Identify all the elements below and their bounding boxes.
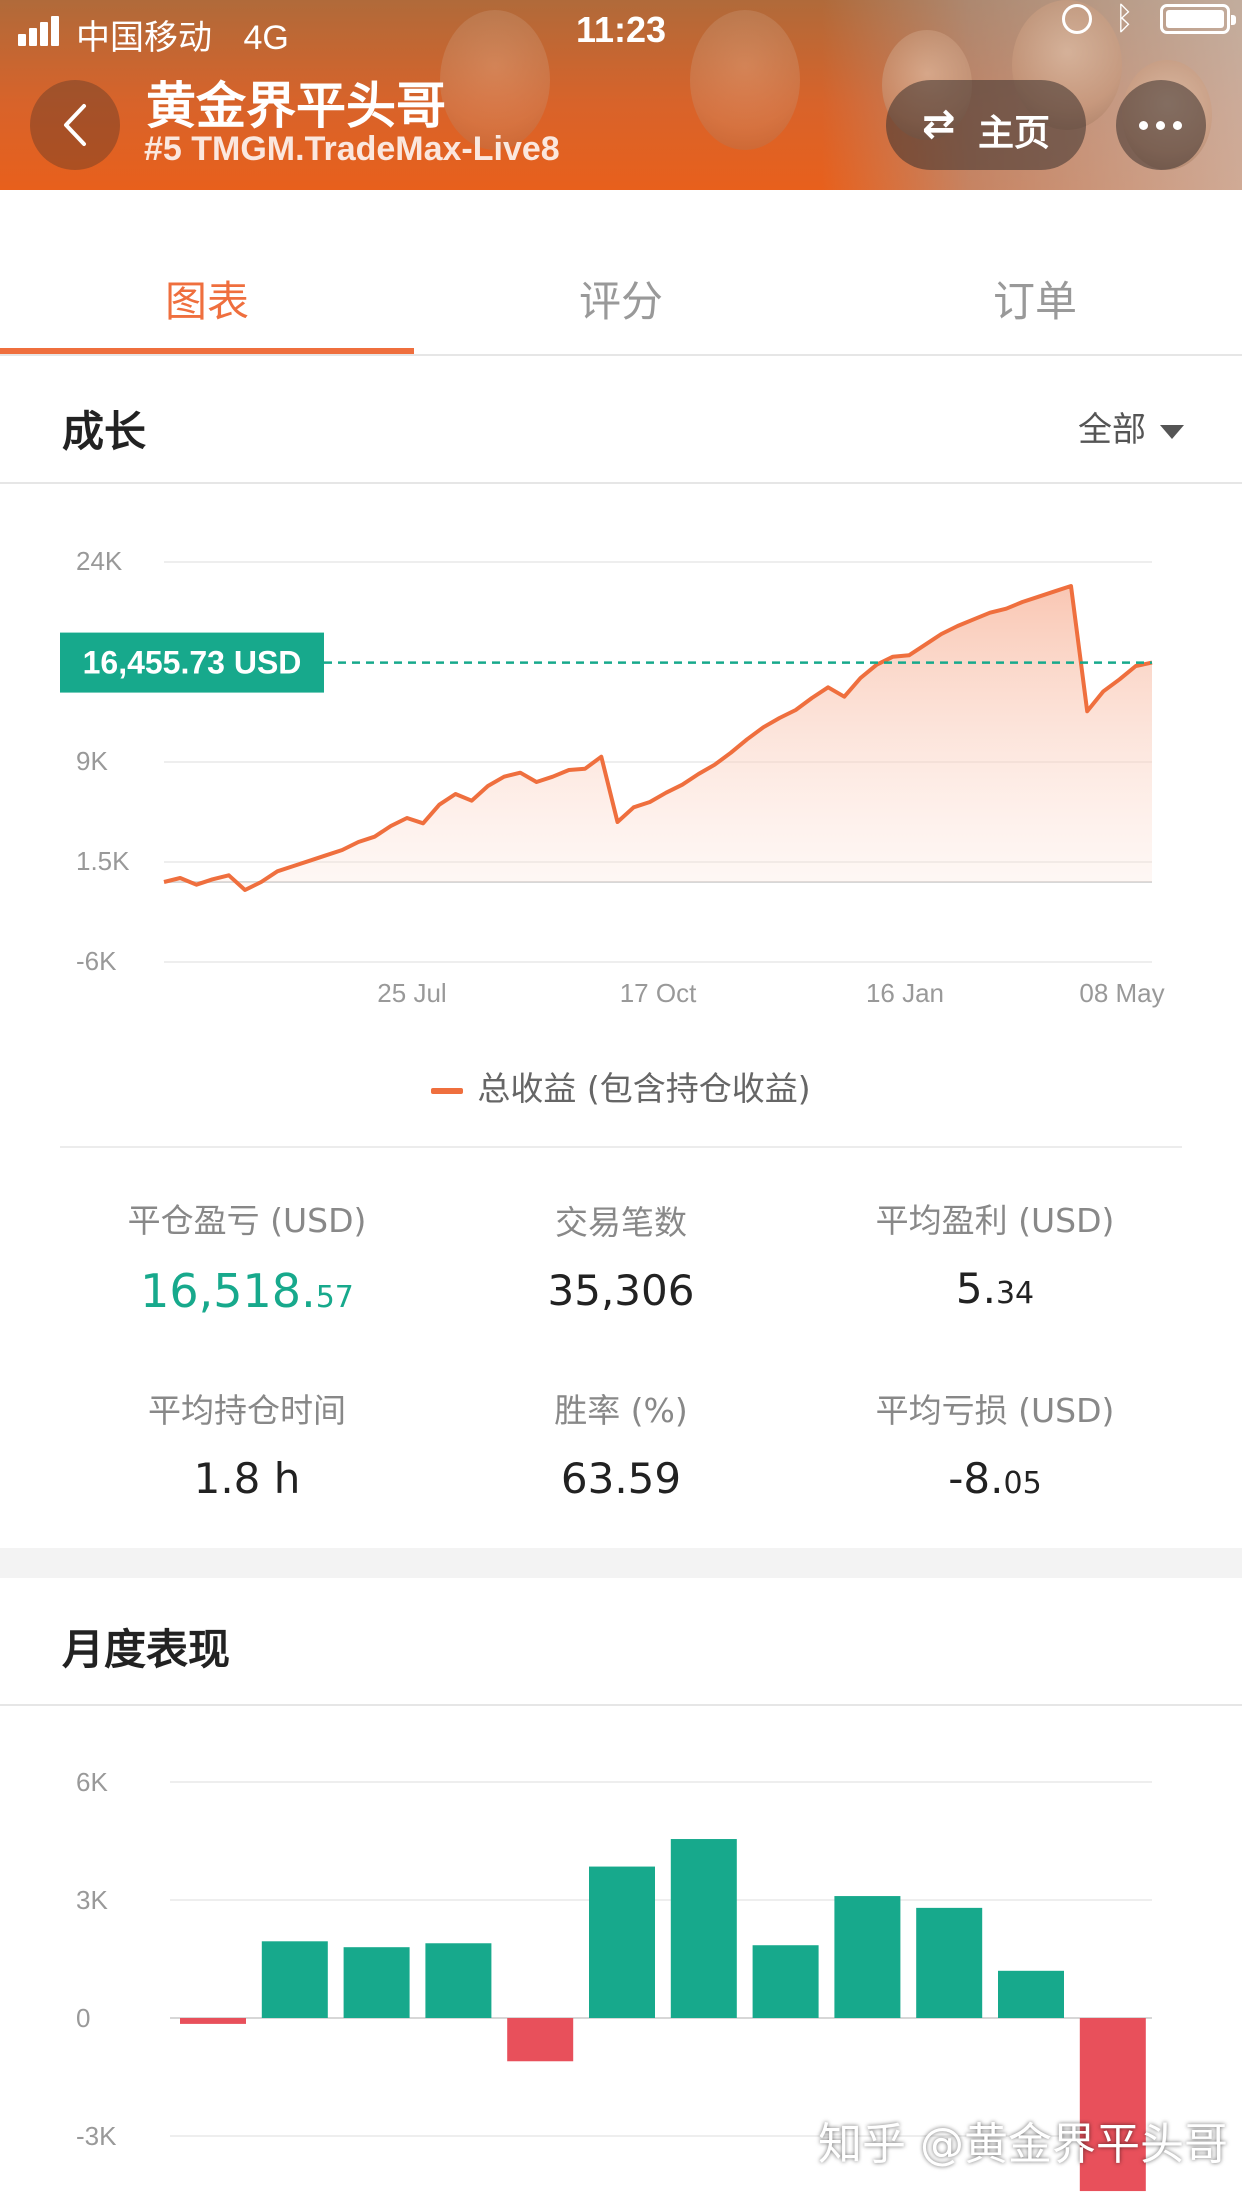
stat-avg-loss: 平均亏损 (USD) -8.05 [788,1384,1202,1503]
stat-label: 平均持仓时间 [148,1391,346,1430]
back-button[interactable] [30,80,120,170]
chevron-left-icon [64,104,86,146]
stat-trade-count: 交易笔数 35,306 [414,1196,828,1315]
current-value-label: 16,455.73 USD [83,645,302,681]
tab-orders[interactable]: 订单 [828,268,1242,329]
legend-swatch [431,1087,464,1094]
monthly-bar[interactable] [343,1947,410,2018]
growth-section-header: 成长 全部 [0,358,1242,484]
growth-title: 成长 [62,407,147,456]
bluetooth-icon: ᛒ [1114,0,1134,36]
x-tick-label: 08 May [1079,978,1164,1008]
monthly-bar[interactable] [589,1866,655,2018]
y-tick-label: 3K [76,1885,108,1915]
legend-label: 总收益 (包含持仓收益) [477,1069,811,1108]
stat-label: 平均亏损 (USD) [875,1391,1115,1430]
page-title: 黄金界平头哥 [146,77,446,135]
stat-value: 5.34 [955,1264,1035,1313]
swap-icon: ⇄ [922,101,956,147]
stat-value: 16,518.57 [140,1264,354,1318]
growth-legend: 总收益 (包含持仓收益) [0,1062,1242,1110]
stat-win-rate: 胜率 (%) 63.59 [414,1384,828,1503]
y-tick-label: 24K [76,546,123,576]
growth-area [164,586,1152,890]
tab-bar: 图表 评分 订单 [0,190,1242,356]
page-subtitle: #5 TMGM.TradeMax-Live8 [144,130,560,168]
stat-closed-pnl: 平仓盈亏 (USD) 16,518.57 [40,1194,454,1318]
stat-label: 交易笔数 [555,1203,687,1242]
divider [60,1146,1182,1148]
stat-value: -8.05 [948,1454,1042,1503]
monthly-title: 月度表现 [62,1625,231,1674]
y-tick-label: 6K [76,1767,108,1797]
y-tick-label: -6K [76,946,117,976]
stat-label: 平仓盈亏 (USD) [127,1201,367,1240]
y-tick-label: 9K [76,746,108,776]
monthly-bar[interactable] [425,1943,492,2018]
stat-label: 胜率 (%) [554,1391,688,1430]
stat-value: 63.59 [560,1454,682,1503]
x-tick-label: 25 Jul [377,978,446,1008]
more-button[interactable] [1116,80,1206,170]
monthly-bar[interactable] [261,1941,328,2018]
range-filter-label: 全部 [1078,410,1146,450]
monthly-bar[interactable] [834,1896,901,2018]
monthly-bar[interactable] [507,2018,574,2062]
stat-avg-hold-time: 平均持仓时间 1.8 h [40,1384,454,1503]
monthly-bar[interactable] [998,1970,1064,2018]
profile-header: 中国移动 4G 11:23 ᛒ 黄金界平头哥 #5 TMGM.TradeMax-… [0,0,1242,190]
more-icon [1139,121,1148,130]
y-tick-label: -3K [76,2121,117,2151]
status-time: 11:23 [575,9,667,50]
home-button[interactable]: ⇄ 主页 [886,80,1086,170]
home-button-label: 主页 [978,113,1051,154]
growth-chart: 24K 9K 1.5K -6K 16,455.73 USD 25 Jul 17 Oct 1… [60,546,1165,1008]
range-filter[interactable]: 全部 [1078,402,1184,451]
stat-label: 平均盈利 (USD) [875,1201,1115,1240]
active-tab-indicator [0,348,414,354]
y-tick-label: 1.5K [76,846,130,876]
tab-chart[interactable]: 图表 [0,268,414,329]
caret-down-icon [1160,424,1184,439]
y-tick-label: 0 [76,2003,90,2033]
monthly-bar[interactable] [670,1839,737,2018]
stat-avg-profit: 平均盈利 (USD) 5.34 [788,1194,1202,1313]
section-gap [0,1548,1242,1578]
status-bar: 中国移动 4G 11:23 ᛒ [0,0,1242,62]
watermark: 知乎 @黄金界平头哥 [818,2119,1228,2170]
stat-value: 35,306 [547,1266,695,1315]
rotation-lock-icon [1062,4,1092,34]
x-tick-label: 17 Oct [620,978,697,1008]
x-tick-label: 16 Jan [866,978,944,1008]
stat-value: 1.8 h [193,1454,301,1503]
monthly-bar[interactable] [916,1907,983,2018]
monthly-bar[interactable] [180,2018,246,2024]
battery-icon [1160,4,1236,34]
tab-score[interactable]: 评分 [414,268,828,329]
monthly-section-header: 月度表现 [0,1578,1242,1706]
monthly-bar[interactable] [752,1945,819,2018]
